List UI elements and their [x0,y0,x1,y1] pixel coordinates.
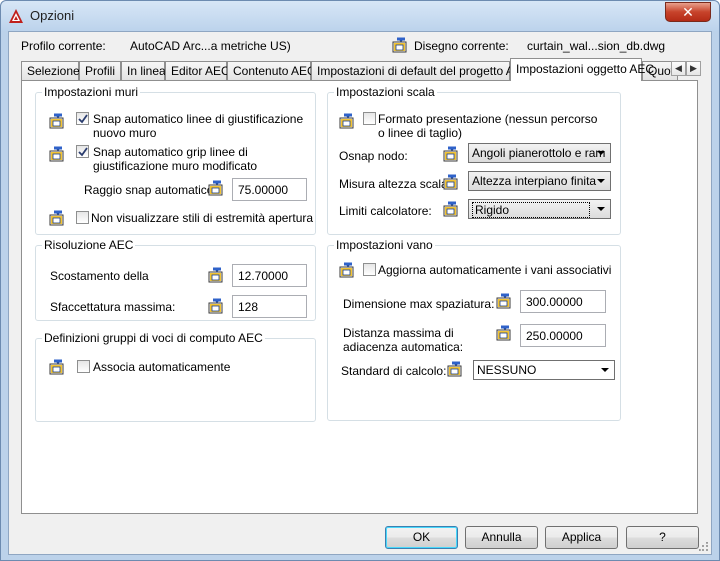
aec-resolution-group-title: Risoluzione AEC [42,238,136,252]
drawing-settings-icon [443,201,459,217]
drawing-settings-icon [49,359,65,375]
snap-radius-label: Raggio snap automatico: [84,183,217,197]
autocad-logo-icon [9,9,23,23]
quantity-groups-group: Definizioni gruppi di voci di computo AE… [35,331,316,422]
drawing-settings-icon [339,262,355,278]
tab-scroll-left-button[interactable]: ◀ [671,61,686,76]
quantity-groups-group-title: Definizioni gruppi di voci di computo AE… [42,331,265,345]
calculator-limits-label: Limiti calcolatore: [339,204,432,218]
profile-label: Profilo corrente: [21,39,106,53]
chevron-down-icon [597,207,605,211]
auto-update-openings-checkbox[interactable] [363,263,376,276]
drawing-label: Disegno corrente: [414,39,509,53]
close-button[interactable]: ✕ [665,2,711,22]
max-spacing-label: Dimensione max spaziatura: [343,297,495,311]
presentation-format-checkbox[interactable] [363,112,376,125]
auto-associate-checkbox[interactable] [77,360,90,373]
snap-grip-checkbox[interactable] [76,145,89,158]
offset-label: Scostamento della [50,269,149,283]
tab-page: Impostazioni muri Snap automatico linee … [21,80,698,514]
drawing-settings-icon [49,210,65,226]
cancel-button[interactable]: Annulla [465,526,538,549]
calc-standard-select[interactable]: NESSUNO [473,360,615,380]
drawing-settings-icon [496,293,512,309]
check-icon [78,114,88,124]
max-adjacency-label: Distanza massima di adiacenza automatica… [343,326,464,354]
tab-scroll-right-button[interactable]: ▶ [686,61,701,76]
tab-selezione[interactable]: Selezione [21,61,80,80]
presentation-format-label: Formato presentazione (nessun percorso o… [378,112,598,140]
osnap-label: Osnap nodo: [339,149,408,163]
drawing-settings-icon [392,37,408,53]
tab-impostazioni-oggetto-aec[interactable]: Impostazioni oggetto AEC [510,58,654,81]
walls-group-title: Impostazioni muri [42,85,141,99]
stair-height-select[interactable]: Altezza interpiano finita [468,171,611,191]
facet-label: Sfaccettatura massima: [50,300,176,314]
resize-grip-icon[interactable] [699,542,709,552]
max-spacing-input[interactable]: 300.00000 [520,290,606,313]
tab-contenuto-aec[interactable]: Contenuto AEC [227,61,316,80]
snap-justification-checkbox[interactable] [76,112,89,125]
tab-in-linea[interactable]: In linea [121,61,166,80]
stairs-group: Impostazioni scala Formato presentazione… [327,85,621,235]
facet-input[interactable]: 128 [232,295,307,318]
drawing-settings-icon [339,113,355,129]
drawing-settings-icon [447,361,463,377]
tab-strip: Selezione Profili In linea Editor AEC Co… [21,58,711,81]
calculator-limits-select[interactable]: Rigido [468,199,611,219]
stairs-group-title: Impostazioni scala [334,85,437,99]
tab-editor-aec[interactable]: Editor AEC [165,61,230,80]
check-icon [78,147,88,157]
hide-endcap-checkbox[interactable] [76,211,89,224]
openings-group-title: Impostazioni vano [334,238,435,252]
hide-endcap-label: Non visualizzare stili di estremità aper… [91,211,314,225]
chevron-down-icon [597,179,605,183]
stair-height-label: Misura altezza scala: [339,177,452,191]
chevron-down-icon [601,368,609,372]
snap-grip-label: Snap automatico grip linee di giustifica… [93,145,258,173]
snap-radius-input[interactable]: 75.00000 [232,178,307,201]
drawing-settings-icon [443,174,459,190]
tab-default-progetto-aec[interactable]: Impostazioni di default del progetto AEC [311,61,530,80]
chevron-down-icon [597,151,605,155]
osnap-select[interactable]: Angoli pianerottolo e ram [468,143,611,163]
calc-standard-label: Standard di calcolo: [341,364,447,378]
drawing-settings-icon [208,298,224,314]
walls-group: Impostazioni muri Snap automatico linee … [35,85,316,235]
drawing-settings-icon [208,267,224,283]
snap-justification-label: Snap automatico linee di giustificazione… [93,112,304,140]
options-dialog: Opzioni ✕ Profilo corrente: AutoCAD Arc.… [0,0,720,561]
drawing-settings-icon [443,146,459,162]
profile-value: AutoCAD Arc...a metriche US) [130,39,291,53]
auto-associate-label: Associa automaticamente [93,360,231,374]
drawing-settings-icon [496,325,512,341]
drawing-value: curtain_wal...sion_db.dwg [527,39,666,53]
dialog-client: Profilo corrente: AutoCAD Arc...a metric… [8,31,712,555]
openings-group: Impostazioni vano Aggiorna automaticamen… [327,238,621,421]
aec-resolution-group: Risoluzione AEC Scostamento della 12.700… [35,238,316,321]
help-button[interactable]: ? [626,526,699,549]
title-bar[interactable]: Opzioni ✕ [1,1,719,31]
max-adjacency-input[interactable]: 250.00000 [520,324,606,347]
drawing-settings-icon [49,146,65,162]
drawing-settings-icon [208,180,224,196]
drawing-settings-icon [49,113,65,129]
offset-input[interactable]: 12.70000 [232,264,307,287]
apply-button[interactable]: Applica [545,526,618,549]
ok-button[interactable]: OK [385,526,458,549]
tab-profili[interactable]: Profili [79,61,121,80]
window-title: Opzioni [30,8,75,23]
auto-update-openings-label: Aggiorna automaticamente i vani associat… [378,263,612,277]
